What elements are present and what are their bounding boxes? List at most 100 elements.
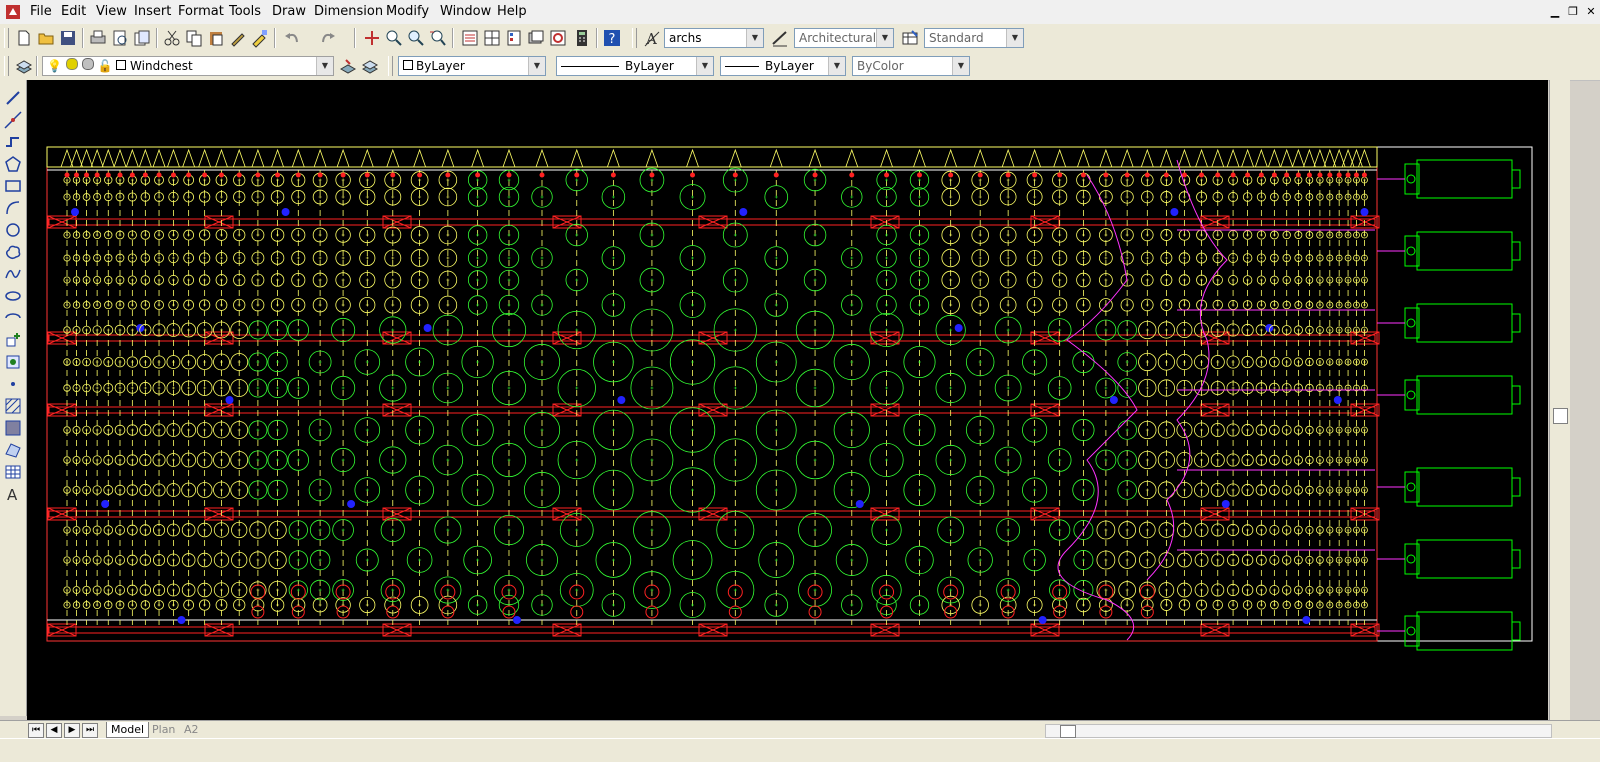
rectangle-icon[interactable]	[3, 176, 23, 196]
polygon-icon[interactable]	[3, 154, 23, 174]
open-icon[interactable]	[36, 28, 56, 48]
undo-icon[interactable]	[282, 28, 302, 48]
top-pin	[1080, 172, 1086, 178]
scroll-thumb[interactable]	[1060, 725, 1076, 738]
circle-icon[interactable]	[3, 220, 23, 240]
properties-icon[interactable]	[460, 28, 480, 48]
minimize-icon[interactable]: ▁	[1548, 6, 1562, 18]
region-icon[interactable]	[3, 440, 23, 460]
toolbar-grip[interactable]	[4, 28, 9, 48]
polyline-icon[interactable]	[3, 132, 23, 152]
table-icon[interactable]	[3, 462, 23, 482]
point-icon[interactable]	[3, 374, 23, 394]
insert-block-icon[interactable]	[3, 330, 23, 350]
make-object-layer-current-icon[interactable]	[338, 56, 358, 76]
horizontal-scrollbar[interactable]	[1045, 724, 1552, 738]
table-style-icon[interactable]	[900, 28, 920, 48]
menu-file[interactable]: File	[30, 4, 52, 20]
zoom-window-icon[interactable]	[406, 28, 426, 48]
toolbar-grip[interactable]	[632, 28, 637, 48]
layer-previous-icon[interactable]	[360, 56, 380, 76]
top-pin	[1057, 172, 1063, 178]
plot-style-select[interactable]: ByColor ▼	[852, 56, 970, 76]
next-tab-icon[interactable]: ▶	[64, 723, 80, 738]
text-style-select[interactable]: archs ▼	[664, 28, 764, 48]
multiline-text-icon[interactable]: A	[3, 484, 23, 504]
top-pin	[170, 172, 176, 178]
tab-a2[interactable]: A2	[180, 722, 203, 737]
menu-edit[interactable]: Edit	[61, 4, 86, 20]
top-pin	[64, 172, 70, 178]
text-style-value: archs	[669, 31, 702, 45]
menu-draw[interactable]: Draw	[272, 4, 306, 20]
redo-icon[interactable]	[318, 28, 338, 48]
zoom-previous-icon[interactable]	[428, 28, 448, 48]
cad-drawing[interactable]	[27, 80, 1548, 720]
match-properties-icon[interactable]	[228, 28, 248, 48]
lineweight-preview	[725, 66, 759, 67]
design-center-icon[interactable]	[482, 28, 502, 48]
markup-icon[interactable]	[548, 28, 568, 48]
construction-line-icon[interactable]	[3, 110, 23, 130]
copy-icon[interactable]	[184, 28, 204, 48]
linetype-select[interactable]: ByLayer ▼	[556, 56, 714, 76]
menu-tools[interactable]: Tools	[229, 4, 261, 20]
menu-help[interactable]: Help	[497, 4, 527, 20]
drawing-canvas[interactable]	[27, 80, 1548, 720]
menu-modify[interactable]: Modify	[386, 4, 429, 20]
menu-window[interactable]: Window	[440, 4, 491, 20]
help-icon[interactable]: ?	[602, 28, 622, 48]
ellipse-arc-icon[interactable]	[3, 308, 23, 328]
plot-preview-icon[interactable]	[110, 28, 130, 48]
make-block-icon[interactable]	[3, 352, 23, 372]
top-pin	[574, 172, 580, 178]
paste-icon[interactable]	[206, 28, 226, 48]
table-style-select[interactable]: Standard ▼	[924, 28, 1024, 48]
magnet-dot	[512, 616, 521, 624]
vertical-scrollbar[interactable]	[1549, 80, 1570, 720]
gradient-icon[interactable]	[3, 418, 23, 438]
last-tab-icon[interactable]: ⏭	[82, 723, 98, 738]
toolbar-grip[interactable]	[4, 56, 9, 76]
layer-manager-icon[interactable]	[14, 56, 34, 76]
tab-model[interactable]: Model	[106, 722, 150, 738]
dimension-style-select[interactable]: Architectural ▼	[794, 28, 894, 48]
lineweight-select[interactable]: ByLayer ▼	[720, 56, 846, 76]
menu-format[interactable]: Format	[178, 4, 224, 20]
block-editor-icon[interactable]	[250, 28, 270, 48]
layer-color-swatch	[116, 60, 127, 70]
tab-plan[interactable]: Plan	[148, 722, 179, 737]
arc-icon[interactable]	[3, 198, 23, 218]
top-pin	[1245, 172, 1251, 178]
restore-icon[interactable]: ❐	[1566, 6, 1580, 18]
chevron-down-icon: ▼	[746, 29, 763, 47]
revision-cloud-icon[interactable]	[3, 242, 23, 262]
layer-select[interactable]: 💡 🔓 Windchest ▼	[42, 56, 334, 76]
tool-palettes-icon[interactable]	[504, 28, 524, 48]
prev-tab-icon[interactable]: ◀	[46, 723, 62, 738]
print-icon[interactable]	[88, 28, 108, 48]
pan-icon[interactable]	[362, 28, 382, 48]
spline-icon[interactable]	[3, 264, 23, 284]
menu-dimension[interactable]: Dimension	[314, 4, 383, 20]
close-icon[interactable]: ✕	[1584, 6, 1598, 18]
cut-icon[interactable]	[162, 28, 182, 48]
menu-view[interactable]: View	[96, 4, 127, 20]
calculator-icon[interactable]	[572, 28, 592, 48]
hatch-icon[interactable]	[3, 396, 23, 416]
first-tab-icon[interactable]: ⏮	[28, 723, 44, 738]
top-pin	[1317, 172, 1323, 178]
ellipse-icon[interactable]	[3, 286, 23, 306]
toolbar-grip[interactable]	[388, 56, 393, 76]
text-style-icon[interactable]: A	[642, 28, 662, 48]
publish-icon[interactable]	[132, 28, 152, 48]
new-file-icon[interactable]	[14, 28, 34, 48]
menu-insert[interactable]: Insert	[134, 4, 171, 20]
line-icon[interactable]	[3, 88, 23, 108]
sheet-set-icon[interactable]	[526, 28, 546, 48]
dimension-style-icon[interactable]	[770, 28, 790, 48]
color-select[interactable]: ByLayer ▼	[398, 56, 546, 76]
zoom-realtime-icon[interactable]	[384, 28, 404, 48]
save-icon[interactable]	[58, 28, 78, 48]
scroll-thumb[interactable]	[1553, 408, 1568, 424]
